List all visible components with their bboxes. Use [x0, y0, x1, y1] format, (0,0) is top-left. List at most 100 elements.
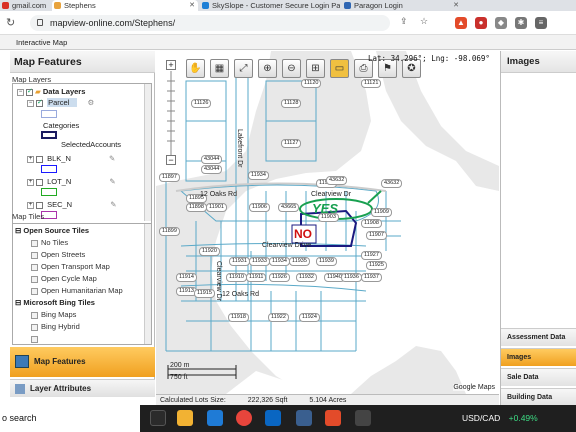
menu-icon[interactable]: ≡ [535, 17, 547, 29]
layer-sec-n[interactable]: + SEC_N ✎ [27, 200, 117, 209]
tab-skyslope[interactable]: SkySlope - Customer Secure Login Pa [200, 0, 340, 11]
brave-shield-icon[interactable]: ▲ [455, 17, 467, 29]
store-icon[interactable] [296, 410, 312, 426]
sale-data-button[interactable]: Sale Data [501, 368, 576, 386]
layer-blk-n[interactable]: + BLK_N ✎ [27, 154, 115, 163]
assessment-data-button[interactable]: Assessment Data [501, 328, 576, 346]
selected-accounts-swatch [41, 131, 57, 139]
lot-label: 43665 [278, 203, 300, 212]
images-button[interactable]: Images [501, 348, 576, 366]
lot-label: 43632 [326, 176, 348, 185]
task-view-icon[interactable] [150, 410, 166, 426]
layer-lot-n[interactable]: + LOT_N ✎ [27, 177, 116, 186]
street-label: Lakefront Dr [236, 129, 243, 168]
zoom-in-button[interactable]: + [166, 60, 176, 70]
parcel-checkbox[interactable] [36, 98, 43, 107]
lot-n-checkbox[interactable] [36, 178, 43, 186]
tile-checkbox[interactable] [31, 239, 38, 247]
reload-icon[interactable]: ↻ [6, 16, 15, 29]
taskbar-search[interactable]: o search [0, 405, 140, 432]
tile-option[interactable] [31, 334, 41, 343]
data-layers-checkbox[interactable] [26, 87, 33, 96]
parcel-layer[interactable]: − Parcel ⚙ [27, 98, 94, 107]
close-tab-icon[interactable]: ✕ [453, 0, 459, 11]
bookmark-star-icon[interactable]: ☆ [420, 16, 428, 27]
lot-label: 11918 [228, 313, 249, 322]
expand-icon[interactable]: + [27, 178, 34, 186]
chrome-icon[interactable] [236, 410, 252, 426]
file-explorer-icon[interactable] [177, 410, 193, 426]
lot-label: 11908 [361, 219, 382, 228]
select-tool-button[interactable]: ▦ [210, 59, 229, 78]
skyslope-favicon-icon [202, 2, 209, 9]
lot-label: 11934 [269, 257, 290, 266]
tab-stephens[interactable]: Stephens ✕ [52, 0, 198, 11]
tile-option[interactable]: Bing Maps [31, 310, 76, 319]
data-layers-node[interactable]: − ▰ Data Layers [17, 87, 85, 96]
tile-checkbox[interactable] [31, 287, 38, 295]
open-source-tiles-header[interactable]: ⊟ Open Source Tiles [15, 226, 89, 235]
extension-badge-icon[interactable]: ● [475, 17, 487, 29]
zoom-box-button[interactable]: ⊞ [306, 59, 325, 78]
sec-n-checkbox[interactable] [36, 201, 43, 209]
tab-gmail[interactable]: gmail.com [0, 0, 58, 11]
map-features-button[interactable]: Map Features [10, 347, 155, 377]
expand-icon[interactable]: + [27, 201, 34, 209]
layer-attributes-icon [15, 384, 25, 394]
calc-lots-label: Calculated Lots Size: [160, 397, 226, 404]
lots-acres: 5.104 Acres [309, 397, 347, 404]
mail-icon[interactable] [265, 410, 281, 426]
layer-settings-icon[interactable]: ⚙ [87, 98, 94, 107]
layers-scrollbar[interactable] [144, 84, 151, 221]
settings-gear-icon[interactable] [355, 410, 371, 426]
tile-option[interactable]: Open Transport Map [31, 262, 110, 271]
tile-checkbox[interactable] [31, 335, 38, 343]
close-tab-icon[interactable]: ✕ [189, 0, 195, 11]
puzzle-icon[interactable]: ✱ [515, 17, 527, 29]
tiles-scrollbar[interactable] [144, 224, 151, 344]
tile-option[interactable]: Bing Hybrid [31, 322, 80, 331]
lot-label: 11931 [229, 257, 250, 266]
building-data-button[interactable]: Building Data [501, 388, 576, 406]
edge-icon[interactable] [207, 410, 223, 426]
lot-label: 11920 [199, 247, 220, 256]
tile-option[interactable]: Open Streets [31, 250, 85, 259]
reset-icon: ✪ [407, 63, 416, 74]
tile-option[interactable]: Open Humanitarian Map [31, 286, 123, 295]
layer-label: BLK_N [47, 154, 71, 163]
tile-option[interactable]: Open Cycle Map [31, 274, 97, 283]
collapse-icon[interactable]: − [27, 99, 34, 107]
tile-checkbox[interactable] [31, 275, 38, 283]
zoom-out-tool-button[interactable]: ⊖ [282, 59, 301, 78]
tile-checkbox[interactable] [31, 323, 38, 331]
layer-settings-icon[interactable]: ✎ [109, 177, 115, 186]
measure-button[interactable]: ▭ [330, 59, 349, 78]
left-panel: Map Features Map Layers −▰ Data Layers −… [10, 51, 155, 397]
expand-icon[interactable]: + [27, 155, 34, 163]
bing-tiles-header[interactable]: ⊟ Microsoft Bing Tiles [15, 298, 95, 307]
pan-tool-button[interactable]: ✋ [186, 59, 205, 78]
brave-icon[interactable] [325, 410, 341, 426]
extension-icon[interactable]: ◆ [495, 17, 507, 29]
tile-checkbox[interactable] [31, 251, 38, 259]
zoom-in-tool-button[interactable]: ⊕ [258, 59, 277, 78]
zoom-out-button[interactable]: − [166, 155, 176, 165]
collapse-icon[interactable]: − [17, 88, 24, 96]
pin-icon: ⚑ [383, 63, 392, 74]
url-input[interactable]: mapview-online.com/Stephens/ [30, 15, 390, 31]
layer-attributes-button[interactable]: Layer Attributes [10, 379, 155, 397]
right-panel: Images Assessment Data Images Sale Data … [500, 51, 576, 406]
blk-n-checkbox[interactable] [36, 155, 43, 163]
layer-label: LOT_N [47, 177, 72, 186]
layer-settings-icon[interactable]: ✎ [110, 200, 116, 209]
tile-checkbox[interactable] [31, 311, 38, 319]
map-canvas[interactable]: 11120 11121 11126 11128 11127 43044 43044 11897… [156, 51, 499, 394]
share-icon[interactable]: ⇪ [400, 16, 408, 27]
currency-pair[interactable]: USD/CAD [462, 413, 500, 423]
interactive-map-menu[interactable]: Interactive Map [16, 38, 67, 47]
layer-settings-icon[interactable]: ✎ [109, 154, 115, 163]
zoom-extent-button[interactable]: ⤢ [234, 59, 253, 78]
tile-option[interactable]: No Tiles [31, 238, 68, 247]
tile-checkbox[interactable] [31, 263, 38, 271]
tab-paragon[interactable]: Paragon Login ✕ [342, 0, 462, 11]
